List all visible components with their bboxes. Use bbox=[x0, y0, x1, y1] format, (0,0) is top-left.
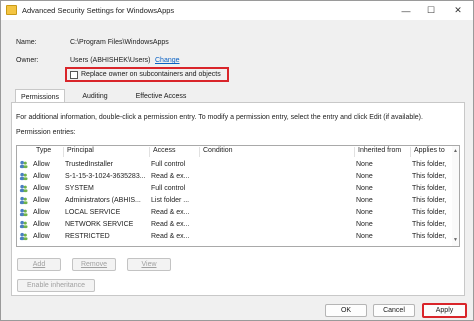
row-type: Allow bbox=[33, 197, 50, 204]
remove-button-label: Remove bbox=[80, 261, 108, 268]
table-row[interactable]: Allow Administrators (ABHIS... List fold… bbox=[17, 195, 459, 207]
replace-owner-checkbox[interactable] bbox=[70, 70, 78, 79]
row-principal: S-1-15-3-1024-3635283... bbox=[65, 173, 146, 180]
user-group-icon bbox=[19, 184, 28, 193]
row-applies: This folder, bbox=[412, 209, 447, 216]
table-row[interactable]: Allow TrustedInstaller Full control None… bbox=[17, 159, 459, 171]
tab-auditing[interactable]: Auditing bbox=[67, 89, 123, 103]
permissions-panel: For additional information, double-click… bbox=[11, 102, 465, 296]
row-type: Allow bbox=[33, 221, 50, 228]
row-inherited: None bbox=[356, 161, 373, 168]
window-title: Advanced Security Settings for WindowsAp… bbox=[22, 6, 175, 15]
replace-owner-option[interactable]: Replace owner on subcontainers and objec… bbox=[65, 67, 229, 82]
row-applies: This folder, bbox=[412, 161, 447, 168]
view-button-label: View bbox=[141, 261, 157, 268]
table-row[interactable]: Allow SYSTEM Full control None This fold… bbox=[17, 183, 459, 195]
view-button[interactable]: View bbox=[127, 258, 171, 271]
folder-icon bbox=[6, 5, 17, 15]
close-button[interactable]: ✕ bbox=[448, 3, 468, 18]
table-row[interactable]: Allow S-1-15-3-1024-3635283... Read & ex… bbox=[17, 171, 459, 183]
row-principal: NETWORK SERVICE bbox=[65, 221, 134, 228]
row-inherited: None bbox=[356, 173, 373, 180]
user-group-icon bbox=[19, 220, 28, 229]
row-applies: This folder, bbox=[412, 197, 447, 204]
row-inherited: None bbox=[356, 221, 373, 228]
row-access: Read & ex... bbox=[151, 221, 190, 228]
row-type: Allow bbox=[33, 161, 50, 168]
row-inherited: None bbox=[356, 185, 373, 192]
row-applies: This folder, bbox=[412, 185, 447, 192]
scroll-up-icon[interactable]: ▲ bbox=[452, 148, 459, 155]
user-group-icon bbox=[19, 160, 28, 169]
table-row[interactable]: Allow NETWORK SERVICE Read & ex... None … bbox=[17, 219, 459, 231]
permission-entries-list[interactable]: Type Principal Access Condition Inherite… bbox=[16, 145, 460, 247]
row-type: Allow bbox=[33, 185, 50, 192]
permission-entries-label: Permission entries: bbox=[16, 129, 76, 136]
row-inherited: None bbox=[356, 197, 373, 204]
title-bar: Advanced Security Settings for WindowsAp… bbox=[1, 1, 473, 20]
ok-button[interactable]: OK bbox=[325, 304, 367, 317]
row-principal: TrustedInstaller bbox=[65, 161, 113, 168]
add-button-label: Add bbox=[32, 261, 46, 268]
row-principal: SYSTEM bbox=[65, 185, 94, 192]
change-owner-link[interactable]: Change bbox=[155, 57, 180, 64]
user-group-icon bbox=[19, 232, 28, 241]
row-applies: This folder, bbox=[412, 173, 447, 180]
column-type[interactable]: Type bbox=[33, 147, 51, 157]
vertical-scrollbar[interactable]: ▲ ▼ bbox=[452, 146, 459, 246]
scroll-down-icon[interactable]: ▼ bbox=[452, 237, 459, 244]
table-row[interactable]: Allow LOCAL SERVICE Read & ex... None Th… bbox=[17, 207, 459, 219]
row-applies: This folder, bbox=[412, 221, 447, 228]
cancel-button[interactable]: Cancel bbox=[373, 304, 415, 317]
name-label: Name: bbox=[16, 39, 37, 46]
add-button[interactable]: Add bbox=[17, 258, 61, 271]
row-principal: Administrators (ABHIS... bbox=[65, 197, 141, 204]
row-access: Full control bbox=[151, 161, 186, 168]
maximize-button[interactable]: ☐ bbox=[421, 3, 441, 18]
column-inherited-from[interactable]: Inherited from bbox=[354, 147, 401, 157]
column-access[interactable]: Access bbox=[149, 147, 176, 157]
list-header: Type Principal Access Condition Inherite… bbox=[17, 146, 459, 158]
row-type: Allow bbox=[33, 173, 50, 180]
row-inherited: None bbox=[356, 233, 373, 240]
row-access: Read & ex... bbox=[151, 173, 190, 180]
row-access: Full control bbox=[151, 185, 186, 192]
row-applies: This folder, bbox=[412, 233, 447, 240]
user-group-icon bbox=[19, 196, 28, 205]
row-access: List folder ... bbox=[151, 197, 190, 204]
replace-owner-label: Replace owner on subcontainers and objec… bbox=[81, 71, 221, 78]
column-applies-to[interactable]: Applies to bbox=[410, 147, 445, 157]
row-inherited: None bbox=[356, 209, 373, 216]
name-value: C:\Program Files\WindowsApps bbox=[70, 39, 169, 46]
user-group-icon bbox=[19, 208, 28, 217]
advanced-security-window: Advanced Security Settings for WindowsAp… bbox=[0, 0, 474, 321]
table-row[interactable]: Allow RESTRICTED Read & ex... None This … bbox=[17, 231, 459, 243]
enable-inheritance-button[interactable]: Enable inheritance bbox=[17, 279, 95, 292]
owner-value: Users (ABHISHEK\Users) bbox=[70, 57, 151, 64]
owner-label: Owner: bbox=[16, 57, 39, 64]
row-access: Read & ex... bbox=[151, 233, 190, 240]
column-principal[interactable]: Principal bbox=[63, 147, 94, 157]
enable-inheritance-label: Enable inheritance bbox=[27, 282, 85, 289]
apply-button[interactable]: Apply bbox=[422, 303, 467, 318]
row-type: Allow bbox=[33, 233, 50, 240]
column-condition[interactable]: Condition bbox=[199, 147, 233, 157]
row-principal: RESTRICTED bbox=[65, 233, 110, 240]
row-access: Read & ex... bbox=[151, 209, 190, 216]
permissions-info-text: For additional information, double-click… bbox=[16, 114, 423, 121]
tab-effective-access[interactable]: Effective Access bbox=[123, 89, 199, 103]
user-group-icon bbox=[19, 172, 28, 181]
row-principal: LOCAL SERVICE bbox=[65, 209, 121, 216]
row-type: Allow bbox=[33, 209, 50, 216]
minimize-button[interactable]: — bbox=[396, 3, 416, 18]
remove-button[interactable]: Remove bbox=[72, 258, 116, 271]
